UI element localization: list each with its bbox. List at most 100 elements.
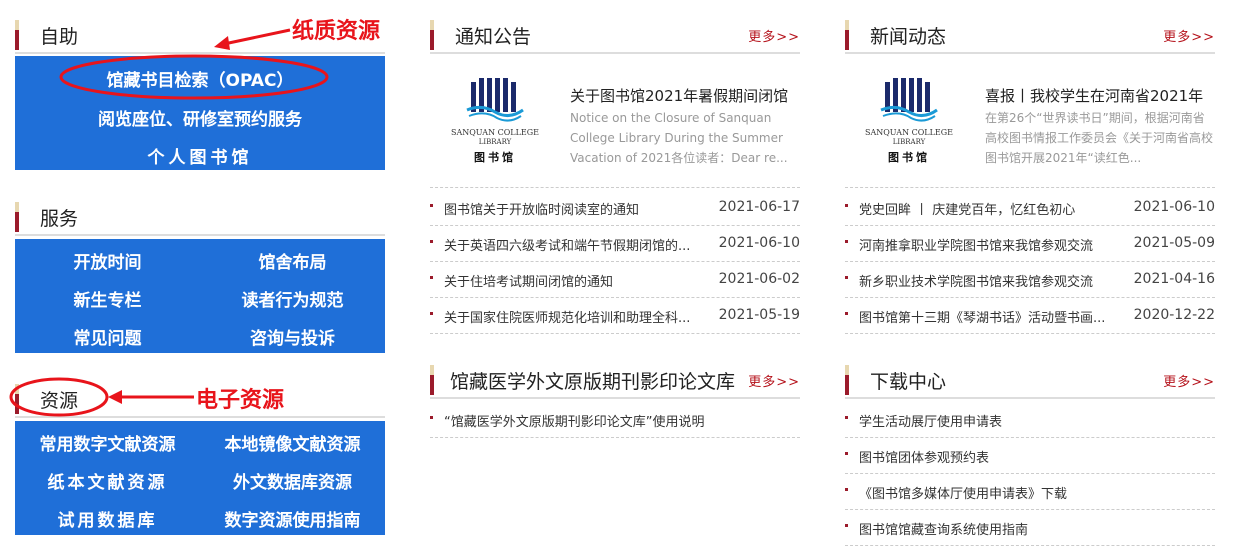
freshman-column-link[interactable]: 新生专栏	[15, 286, 200, 311]
list-item[interactable]: 新乡职业技术学院图书馆来我馆参观交流 2021-04-16	[845, 261, 1215, 298]
foreign-periodicals-header: 馆藏医学外文原版期刊影印论文库 更多>>	[430, 363, 800, 399]
list-item-date: 2021-06-10	[1133, 199, 1215, 215]
section-title: 新闻动态	[870, 26, 947, 48]
bullet	[845, 276, 848, 279]
opac-highlight-ellipse	[59, 54, 329, 100]
list-item-title[interactable]: 河南推拿职业学院图书馆来我馆参观交流	[859, 235, 1129, 254]
list-item[interactable]: 河南推拿职业学院图书馆来我馆参观交流 2021-05-09	[845, 225, 1215, 262]
list-item[interactable]: 图书馆团体参观预约表	[845, 437, 1215, 474]
service-header: 服务	[15, 200, 385, 236]
resources-highlight-ellipse	[9, 377, 109, 417]
notice-featured-title[interactable]: 关于图书馆2021年暑假期间闭馆	[570, 85, 788, 106]
foreign-more-link[interactable]: 更多>>	[748, 371, 800, 390]
section-title: 通知公告	[455, 26, 532, 48]
bullet	[430, 276, 433, 279]
news-header: 新闻动态 更多>>	[845, 18, 1215, 54]
logo-text-line1: SANQUAN COLLEGE	[450, 128, 539, 137]
list-item-title[interactable]: 关于住培考试期间闭馆的通知	[444, 271, 714, 290]
section-title: 自助	[40, 26, 79, 48]
download-more-link[interactable]: 更多>>	[1163, 371, 1215, 390]
section-title: 服务	[40, 208, 79, 230]
divider	[430, 187, 800, 188]
list-item-title[interactable]: 图书馆馆藏查询系统使用指南	[859, 519, 1209, 538]
news-more-link[interactable]: 更多>>	[1163, 26, 1215, 45]
list-item-title[interactable]: 图书馆第十三期《琴湖书话》活动暨书画...	[859, 307, 1129, 326]
logo-text-line2: LIBRARY	[892, 138, 926, 146]
list-item[interactable]: 党史回眸 丨 庆建党百年，忆红色初心 2021-06-10	[845, 189, 1215, 226]
section-marker	[430, 365, 434, 395]
logo-text-line3: 图书馆	[474, 151, 516, 164]
list-item-date: 2020-12-22	[1133, 307, 1215, 323]
download-center-header: 下载中心 更多>>	[845, 363, 1215, 399]
notice-more-link[interactable]: 更多>>	[748, 26, 800, 45]
list-item-title[interactable]: 图书馆关于开放临时阅读室的通知	[444, 199, 714, 218]
list-item-title[interactable]: 关于国家住院医师规范化培训和助理全科...	[444, 307, 714, 326]
list-item-title[interactable]: 《图书馆多媒体厅使用申请表》下载	[859, 483, 1209, 502]
list-item-title[interactable]: 关于英语四六级考试和端午节假期闭馆的...	[444, 235, 714, 254]
electronic-resources-annotation: 电子资源	[196, 388, 285, 413]
list-item-title[interactable]: 学生活动展厅使用申请表	[859, 411, 1209, 430]
logo-text-line3: 图书馆	[888, 151, 930, 164]
section-marker	[845, 365, 849, 395]
list-item-date: 2021-04-16	[1133, 271, 1215, 287]
service-box: 开放时间 馆舍布局 新生专栏 读者行为规范 常见问题 咨询与投诉	[15, 239, 385, 353]
list-item[interactable]: 图书馆馆藏查询系统使用指南	[845, 509, 1215, 546]
arrow-icon	[108, 390, 194, 404]
list-item[interactable]: 关于国家住院医师规范化培训和助理全科... 2021-05-19	[430, 297, 800, 334]
logo-text-line1: SANQUAN COLLEGE	[864, 128, 953, 137]
resource-guide-link[interactable]: 数字资源使用指南	[200, 506, 385, 531]
bullet	[845, 204, 848, 207]
personal-library-link[interactable]: 个人图书馆	[15, 143, 385, 168]
seat-booking-link[interactable]: 阅览座位、研修室预约服务	[15, 105, 385, 130]
list-item[interactable]: 关于英语四六级考试和端午节假期闭馆的... 2021-06-10	[430, 225, 800, 262]
section-marker	[15, 202, 19, 232]
list-item-title[interactable]: 党史回眸 丨 庆建党百年，忆红色初心	[859, 199, 1129, 218]
consult-complaint-link[interactable]: 咨询与投诉	[200, 324, 385, 349]
library-logo: SANQUAN COLLEGE LIBRARY 图书馆	[447, 76, 543, 166]
digital-resources-link[interactable]: 常用数字文献资源	[15, 430, 200, 455]
bullet	[430, 240, 433, 243]
foreign-database-link[interactable]: 外文数据库资源	[200, 468, 385, 493]
list-item[interactable]: “馆藏医学外文原版期刊影印论文库”使用说明	[430, 401, 800, 438]
list-item[interactable]: 图书馆关于开放临时阅读室的通知 2021-06-17	[430, 189, 800, 226]
list-item[interactable]: 《图书馆多媒体厅使用申请表》下载	[845, 473, 1215, 510]
building-layout-link[interactable]: 馆舍布局	[200, 248, 385, 273]
section-marker	[845, 20, 849, 50]
bullet	[845, 452, 848, 455]
news-featured-desc: 在第26个“世界读书日”期间，根据河南省高校图书情报工作委员会《关于河南省高校图…	[985, 111, 1214, 165]
section-title: 下载中心	[870, 371, 947, 393]
bullet	[845, 312, 848, 315]
library-logo: SANQUAN COLLEGE LIBRARY 图书馆	[861, 76, 957, 166]
faq-link[interactable]: 常见问题	[15, 324, 200, 349]
list-item-title[interactable]: “馆藏医学外文原版期刊影印论文库”使用说明	[444, 411, 794, 430]
list-item-date: 2021-06-10	[718, 235, 800, 251]
bullet	[430, 416, 433, 419]
arrow-icon	[214, 28, 291, 50]
section-marker	[430, 20, 434, 50]
paper-resources-link[interactable]: 纸本文献资源	[15, 468, 200, 493]
list-item[interactable]: 关于住培考试期间闭馆的通知 2021-06-02	[430, 261, 800, 298]
mirror-resources-link[interactable]: 本地镜像文献资源	[200, 430, 385, 455]
section-marker	[15, 20, 19, 50]
bullet	[845, 240, 848, 243]
paper-resources-annotation: 纸质资源	[292, 19, 381, 44]
list-item-date: 2021-05-09	[1133, 235, 1215, 251]
list-item-date: 2021-06-17	[718, 199, 800, 215]
list-item[interactable]: 学生活动展厅使用申请表	[845, 401, 1215, 438]
list-item-date: 2021-05-19	[718, 307, 800, 323]
list-item-title[interactable]: 图书馆团体参观预约表	[859, 447, 1209, 466]
trial-database-link[interactable]: 试用数据库	[15, 506, 200, 531]
list-item-title[interactable]: 新乡职业技术学院图书馆来我馆参观交流	[859, 271, 1129, 290]
section-title: 馆藏医学外文原版期刊影印论文库	[450, 371, 736, 393]
bullet	[845, 488, 848, 491]
news-featured-title[interactable]: 喜报丨我校学生在河南省2021年	[985, 85, 1203, 106]
logo-text-line2: LIBRARY	[478, 138, 512, 146]
notice-featured-desc: Notice on the Closure of Sanquan College…	[570, 111, 788, 165]
divider	[845, 187, 1215, 188]
list-item[interactable]: 图书馆第十三期《琴湖书话》活动暨书画... 2020-12-22	[845, 297, 1215, 334]
opening-hours-link[interactable]: 开放时间	[15, 248, 200, 273]
notice-header: 通知公告 更多>>	[430, 18, 800, 54]
bullet	[430, 312, 433, 315]
bullet	[845, 416, 848, 419]
reader-rules-link[interactable]: 读者行为规范	[200, 286, 385, 311]
